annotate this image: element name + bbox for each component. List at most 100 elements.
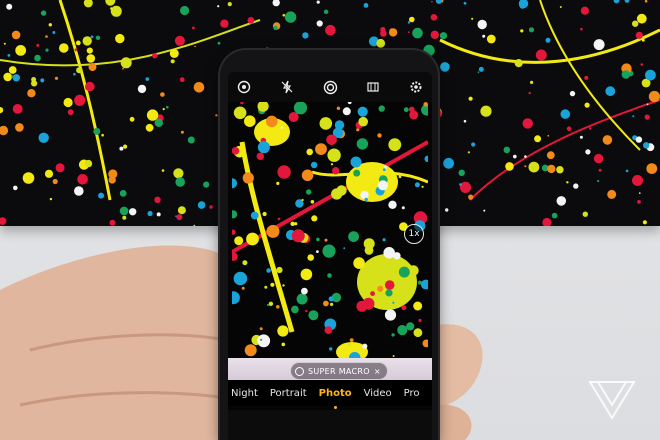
paint-dot: [74, 186, 84, 196]
paint-dot: [467, 151, 470, 154]
super-macro-chip[interactable]: SUPER MACRO ×: [290, 362, 388, 380]
paint-dot: [262, 211, 267, 217]
paint-dot: [59, 43, 69, 53]
paint-dot: [414, 182, 420, 188]
paint-dot: [77, 174, 88, 185]
mode-portrait[interactable]: Portrait: [270, 388, 307, 399]
paint-dot: [98, 192, 105, 199]
paint-dot: [120, 57, 132, 69]
paint-dot: [363, 238, 375, 250]
paint-dot: [569, 90, 576, 97]
paint-dot: [257, 141, 270, 154]
paint-dot: [582, 211, 588, 217]
paint-dot: [27, 89, 36, 98]
paint-blob: [346, 162, 398, 202]
paint-dot: [566, 181, 569, 184]
mode-night[interactable]: Night: [231, 388, 258, 399]
paint-dot: [440, 62, 450, 72]
paint-dot: [170, 59, 175, 64]
paint-dot: [49, 197, 53, 201]
paint-dot: [85, 81, 95, 92]
paint-dot: [173, 168, 184, 179]
paint-dot: [632, 115, 635, 118]
flash-off-icon[interactable]: [279, 79, 295, 95]
paint-dot: [152, 53, 158, 59]
paint-dot: [302, 32, 309, 39]
paint-dot: [12, 104, 23, 114]
paint-dot: [307, 254, 314, 261]
paint-dot: [421, 185, 424, 188]
paint-dot: [154, 118, 163, 128]
paint-dot: [217, 41, 221, 45]
paint-dot: [160, 92, 165, 97]
paint-dot: [15, 123, 24, 132]
paint-dot: [276, 266, 283, 274]
paint-dot: [637, 200, 641, 204]
paint-dot: [48, 23, 52, 27]
paint-dot: [11, 30, 21, 40]
paint-dot: [639, 192, 641, 194]
paint-dot: [471, 142, 476, 147]
paint-dot: [176, 214, 183, 221]
paint-dot: [605, 86, 616, 97]
paint-dot: [73, 72, 76, 76]
paint-dot: [389, 28, 394, 33]
close-icon[interactable]: ×: [374, 367, 381, 376]
aperture-icon[interactable]: [322, 79, 338, 95]
paint-dot: [513, 154, 517, 159]
camera-viewfinder[interactable]: [232, 102, 428, 360]
paint-dot: [468, 96, 473, 101]
paint-dot: [7, 54, 11, 57]
paint-dot: [45, 35, 48, 38]
paint-dot: [348, 231, 359, 243]
paint-dot: [300, 268, 313, 281]
paint-dot: [119, 146, 124, 151]
paint-dot: [636, 13, 647, 24]
paint-dot: [137, 84, 147, 94]
paint-dot: [645, 69, 656, 81]
paint-dot: [377, 133, 382, 138]
paint-dot: [308, 310, 319, 321]
paint-dot: [380, 26, 386, 33]
paint-dot: [632, 20, 639, 27]
paint-dot: [110, 5, 122, 17]
paint-dot: [242, 172, 254, 184]
paint-dot: [326, 134, 337, 146]
paint-dot: [580, 6, 590, 15]
paint-dot: [377, 285, 384, 292]
camera-toolbar: [228, 72, 432, 102]
paint-dot: [585, 149, 591, 155]
zoom-level-button[interactable]: 1x: [404, 224, 424, 244]
paint-dot: [88, 63, 97, 72]
paint-dot: [322, 244, 336, 258]
paint-dot: [412, 27, 423, 39]
paint-dot: [13, 185, 18, 191]
paint-dot: [123, 144, 128, 149]
paint-dot: [545, 37, 551, 43]
mode-photo[interactable]: Photo: [319, 388, 352, 399]
paint-dot: [147, 210, 153, 217]
paint-dot: [270, 282, 275, 287]
paint-dot: [392, 355, 395, 357]
paint-dot: [336, 106, 341, 110]
mode-video[interactable]: Video: [364, 388, 392, 399]
paint-dot: [580, 27, 583, 31]
mode-pro[interactable]: Pro: [404, 388, 420, 399]
paint-dot: [607, 189, 617, 199]
paint-dot: [348, 343, 351, 347]
filter-icon[interactable]: [365, 79, 381, 95]
paint-dot: [316, 237, 320, 242]
paint-dot: [443, 157, 454, 169]
paint-dot: [524, 155, 527, 158]
paint-dot: [551, 212, 558, 219]
paint-dot: [384, 280, 395, 290]
paint-dot: [110, 7, 113, 10]
paint-dot: [291, 305, 299, 314]
paint-dot: [329, 347, 333, 351]
paint-dot: [597, 179, 600, 183]
eye-icon[interactable]: [236, 79, 252, 95]
paint-dot: [635, 31, 643, 39]
paint-dot: [648, 90, 660, 103]
paint-dot: [560, 109, 571, 119]
gear-icon[interactable]: [408, 79, 424, 95]
